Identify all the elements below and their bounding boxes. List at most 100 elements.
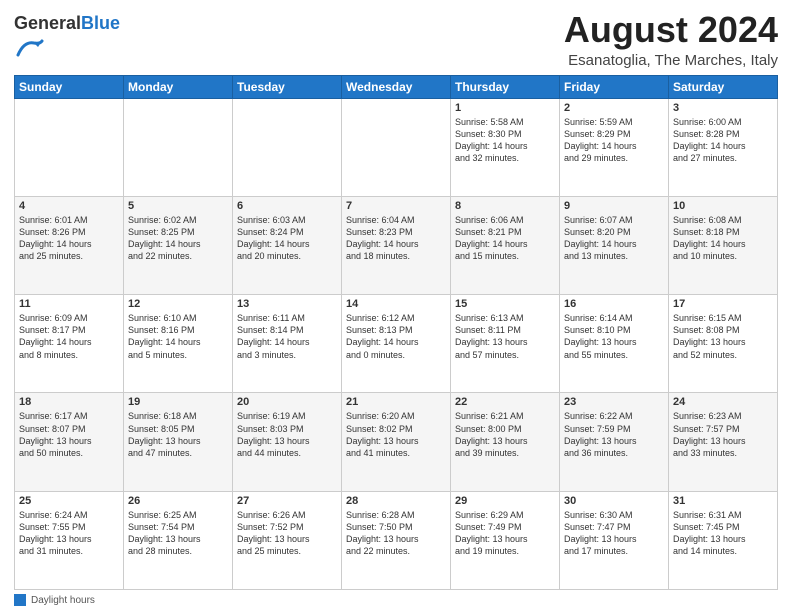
day-info: Sunrise: 6:19 AM Sunset: 8:03 PM Dayligh…	[237, 410, 337, 459]
day-number: 8	[455, 200, 555, 212]
footer: Daylight hours	[14, 594, 778, 606]
day-info: Sunrise: 6:20 AM Sunset: 8:02 PM Dayligh…	[346, 410, 446, 459]
calendar-header: SundayMondayTuesdayWednesdayThursdayFrid…	[15, 75, 778, 98]
day-number: 14	[346, 298, 446, 310]
calendar-week-3: 11Sunrise: 6:09 AM Sunset: 8:17 PM Dayli…	[15, 295, 778, 393]
calendar-cell: 30 Sunrise: 6:30 AM Sunset: 7:47 PM Dayli…	[560, 491, 669, 589]
calendar-week-4: 18 Sunrise: 6:17 AM Sunset: 8:07 PM Dayli…	[15, 393, 778, 491]
logo-general-text: General	[14, 13, 81, 33]
calendar-cell: 9Sunrise: 6:07 AM Sunset: 8:20 PM Daylig…	[560, 196, 669, 294]
calendar-cell: 8 Sunrise: 6:06 AM Sunset: 8:21 PM Daylig…	[451, 196, 560, 294]
calendar-week-5: 25 Sunrise: 6:24 AM Sunset: 7:55 PM Dayli…	[15, 491, 778, 589]
calendar-cell: 10 Sunrise: 6:08 AM Sunset: 8:18 PM Dayli…	[669, 196, 778, 294]
day-info: Sunrise: 6:28 AM Sunset: 7:50 PM Dayligh…	[346, 509, 446, 558]
subtitle: Esanatoglia, The Marches, Italy	[564, 52, 778, 69]
calendar-cell	[15, 98, 124, 196]
day-number: 27	[237, 495, 337, 507]
calendar-cell: 28 Sunrise: 6:28 AM Sunset: 7:50 PM Dayli…	[342, 491, 451, 589]
calendar-cell	[233, 98, 342, 196]
day-number: 1	[455, 102, 555, 114]
calendar-cell: 22 Sunrise: 6:21 AM Sunset: 8:00 PM Dayli…	[451, 393, 560, 491]
calendar-cell: 18 Sunrise: 6:17 AM Sunset: 8:07 PM Dayli…	[15, 393, 124, 491]
day-number: 10	[673, 200, 773, 212]
day-info: Sunrise: 6:11 AM Sunset: 8:14 PM Dayligh…	[237, 312, 337, 361]
day-info: Sunrise: 6:24 AM Sunset: 7:55 PM Dayligh…	[19, 509, 119, 558]
calendar-cell: 5Sunrise: 6:02 AM Sunset: 8:25 PM Daylig…	[124, 196, 233, 294]
logo: GeneralBlue	[14, 14, 120, 67]
calendar-cell: 20Sunrise: 6:19 AM Sunset: 8:03 PM Dayli…	[233, 393, 342, 491]
day-info: Sunrise: 6:21 AM Sunset: 8:00 PM Dayligh…	[455, 410, 555, 459]
calendar-cell	[342, 98, 451, 196]
day-number: 12	[128, 298, 228, 310]
day-info: Sunrise: 6:25 AM Sunset: 7:54 PM Dayligh…	[128, 509, 228, 558]
logo-blue-text: Blue	[81, 13, 120, 33]
calendar-cell: 2Sunrise: 5:59 AM Sunset: 8:29 PM Daylig…	[560, 98, 669, 196]
calendar-week-2: 4Sunrise: 6:01 AM Sunset: 8:26 PM Daylig…	[15, 196, 778, 294]
logo-icon	[16, 34, 44, 62]
calendar-cell: 4Sunrise: 6:01 AM Sunset: 8:26 PM Daylig…	[15, 196, 124, 294]
weekday-header-saturday: Saturday	[669, 75, 778, 98]
calendar-cell: 11Sunrise: 6:09 AM Sunset: 8:17 PM Dayli…	[15, 295, 124, 393]
day-number: 7	[346, 200, 446, 212]
day-number: 28	[346, 495, 446, 507]
day-info: Sunrise: 6:06 AM Sunset: 8:21 PM Dayligh…	[455, 214, 555, 263]
weekday-header-sunday: Sunday	[15, 75, 124, 98]
day-number: 21	[346, 396, 446, 408]
day-info: Sunrise: 6:01 AM Sunset: 8:26 PM Dayligh…	[19, 214, 119, 263]
calendar-cell: 15 Sunrise: 6:13 AM Sunset: 8:11 PM Dayli…	[451, 295, 560, 393]
day-info: Sunrise: 6:04 AM Sunset: 8:23 PM Dayligh…	[346, 214, 446, 263]
day-number: 17	[673, 298, 773, 310]
calendar-cell: 7 Sunrise: 6:04 AM Sunset: 8:23 PM Daylig…	[342, 196, 451, 294]
calendar-week-1: 1 Sunrise: 5:58 AM Sunset: 8:30 PM Daylig…	[15, 98, 778, 196]
daylight-indicator	[14, 594, 26, 606]
day-number: 24	[673, 396, 773, 408]
day-number: 6	[237, 200, 337, 212]
day-number: 3	[673, 102, 773, 114]
day-info: Sunrise: 6:30 AM Sunset: 7:47 PM Dayligh…	[564, 509, 664, 558]
weekday-header-friday: Friday	[560, 75, 669, 98]
weekday-header-monday: Monday	[124, 75, 233, 98]
day-number: 16	[564, 298, 664, 310]
calendar-cell	[124, 98, 233, 196]
calendar-cell: 17 Sunrise: 6:15 AM Sunset: 8:08 PM Dayli…	[669, 295, 778, 393]
day-info: Sunrise: 6:26 AM Sunset: 7:52 PM Dayligh…	[237, 509, 337, 558]
day-number: 11	[19, 298, 119, 310]
calendar-cell: 27 Sunrise: 6:26 AM Sunset: 7:52 PM Dayli…	[233, 491, 342, 589]
day-number: 31	[673, 495, 773, 507]
calendar-cell: 19Sunrise: 6:18 AM Sunset: 8:05 PM Dayli…	[124, 393, 233, 491]
day-info: Sunrise: 6:14 AM Sunset: 8:10 PM Dayligh…	[564, 312, 664, 361]
day-info: Sunrise: 6:29 AM Sunset: 7:49 PM Dayligh…	[455, 509, 555, 558]
day-info: Sunrise: 6:03 AM Sunset: 8:24 PM Dayligh…	[237, 214, 337, 263]
day-info: Sunrise: 6:13 AM Sunset: 8:11 PM Dayligh…	[455, 312, 555, 361]
day-info: Sunrise: 6:02 AM Sunset: 8:25 PM Dayligh…	[128, 214, 228, 263]
weekday-header-row: SundayMondayTuesdayWednesdayThursdayFrid…	[15, 75, 778, 98]
day-number: 18	[19, 396, 119, 408]
day-info: Sunrise: 5:58 AM Sunset: 8:30 PM Dayligh…	[455, 116, 555, 165]
calendar-cell: 29 Sunrise: 6:29 AM Sunset: 7:49 PM Dayli…	[451, 491, 560, 589]
day-number: 15	[455, 298, 555, 310]
day-info: Sunrise: 6:17 AM Sunset: 8:07 PM Dayligh…	[19, 410, 119, 459]
day-number: 22	[455, 396, 555, 408]
daylight-label: Daylight hours	[31, 595, 95, 606]
calendar-cell: 24 Sunrise: 6:23 AM Sunset: 7:57 PM Dayli…	[669, 393, 778, 491]
day-info: Sunrise: 6:23 AM Sunset: 7:57 PM Dayligh…	[673, 410, 773, 459]
calendar-cell: 31 Sunrise: 6:31 AM Sunset: 7:45 PM Dayli…	[669, 491, 778, 589]
day-info: Sunrise: 6:00 AM Sunset: 8:28 PM Dayligh…	[673, 116, 773, 165]
calendar-cell: 13Sunrise: 6:11 AM Sunset: 8:14 PM Dayli…	[233, 295, 342, 393]
day-info: Sunrise: 6:31 AM Sunset: 7:45 PM Dayligh…	[673, 509, 773, 558]
weekday-header-wednesday: Wednesday	[342, 75, 451, 98]
header: GeneralBlue August 2024 Esanatoglia, The…	[14, 10, 778, 69]
day-info: Sunrise: 6:15 AM Sunset: 8:08 PM Dayligh…	[673, 312, 773, 361]
day-info: Sunrise: 5:59 AM Sunset: 8:29 PM Dayligh…	[564, 116, 664, 165]
day-number: 25	[19, 495, 119, 507]
day-info: Sunrise: 6:08 AM Sunset: 8:18 PM Dayligh…	[673, 214, 773, 263]
calendar-cell: 14Sunrise: 6:12 AM Sunset: 8:13 PM Dayli…	[342, 295, 451, 393]
day-number: 9	[564, 200, 664, 212]
day-number: 23	[564, 396, 664, 408]
day-number: 30	[564, 495, 664, 507]
main-title: August 2024	[564, 10, 778, 50]
day-number: 29	[455, 495, 555, 507]
title-block: August 2024 Esanatoglia, The Marches, It…	[564, 10, 778, 69]
calendar-cell: 16 Sunrise: 6:14 AM Sunset: 8:10 PM Dayli…	[560, 295, 669, 393]
day-info: Sunrise: 6:10 AM Sunset: 8:16 PM Dayligh…	[128, 312, 228, 361]
